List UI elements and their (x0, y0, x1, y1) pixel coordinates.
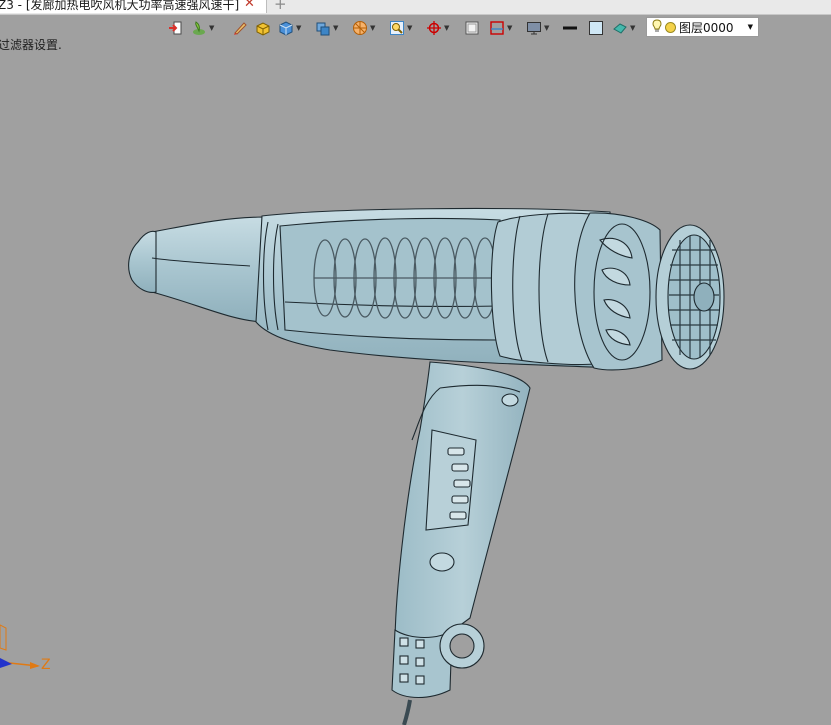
frame-button[interactable] (464, 19, 480, 37)
chevron-down-icon: ▼ (507, 24, 513, 32)
line-weight-button[interactable] (562, 19, 578, 37)
chevron-down-icon: ▼ (333, 24, 339, 32)
solid-box-icon (256, 22, 270, 36)
lightbulb-icon-svg (652, 18, 662, 32)
shaded-cube-button[interactable]: ▼ (315, 19, 338, 37)
paint-icon (613, 23, 627, 34)
section-icon (490, 21, 504, 35)
document-tab[interactable]: Z3 - [发廊加热电吹风机大功率高速强风速干] ✕ (0, 0, 267, 13)
plant-icon (193, 21, 205, 35)
exit-button[interactable] (168, 19, 184, 37)
tab-bar: Z3 - [发廊加热电吹风机大功率高速强风速干] ✕ + (0, 0, 831, 15)
chevron-down-icon: ▼ (407, 24, 413, 32)
chevron-down-icon: ▼ (296, 24, 302, 32)
cube-icon (279, 21, 293, 36)
lightbulb-icon[interactable] (652, 18, 662, 36)
display-button[interactable]: ▼ (526, 19, 549, 37)
zoom-view-button[interactable]: ▼ (389, 19, 412, 37)
chevron-down-icon: ▼ (209, 24, 215, 32)
rotate-target-icon (427, 21, 441, 35)
layer-color-icon (665, 21, 676, 33)
rotate-target-button[interactable]: ▼ (426, 19, 449, 37)
paint-button[interactable]: ▼ (612, 19, 635, 37)
layer-name: 图层0000 (679, 20, 734, 35)
line-weight-icon (563, 26, 577, 30)
zoom-view-icon (390, 21, 404, 35)
color-swatch-button[interactable] (588, 19, 604, 37)
color-swatch-icon (589, 21, 603, 35)
render-sphere-icon (353, 21, 367, 35)
chevron-down-icon[interactable]: ▼ (748, 23, 753, 31)
solid-box-button[interactable] (255, 19, 271, 37)
chevron-down-icon: ▼ (630, 24, 636, 32)
layer-selector[interactable]: 图层0000 ▼ (646, 17, 759, 37)
document-tab-title: Z3 - [发廊加热电吹风机大功率高速强风速干] (0, 0, 240, 12)
frame-icon (465, 21, 479, 35)
axis-triad (0, 624, 40, 669)
pen-button[interactable] (232, 19, 248, 37)
close-tab-icon[interactable]: ✕ (244, 0, 255, 12)
cube-button[interactable]: ▼ (278, 19, 301, 37)
chevron-down-icon: ▼ (370, 24, 376, 32)
new-tab-button[interactable]: + (274, 0, 287, 13)
chevron-down-icon: ▼ (544, 24, 550, 32)
hair-dryer-model[interactable] (128, 207, 725, 725)
exit-icon (169, 21, 182, 35)
chevron-down-icon: ▼ (444, 24, 450, 32)
z-axis-label: Z (41, 657, 51, 673)
display-icon (527, 22, 541, 35)
view-toolbar: ▼ ▼ ▼ ▼ ▼ ▼ ▼ ▼ ▼ (162, 17, 648, 39)
shaded-cube-icon (316, 22, 330, 36)
section-button[interactable]: ▼ (489, 19, 512, 37)
plant-button[interactable]: ▼ (191, 19, 214, 37)
render-sphere-button[interactable]: ▼ (352, 19, 375, 37)
pen-icon (234, 22, 247, 35)
3d-viewport[interactable] (0, 40, 831, 725)
